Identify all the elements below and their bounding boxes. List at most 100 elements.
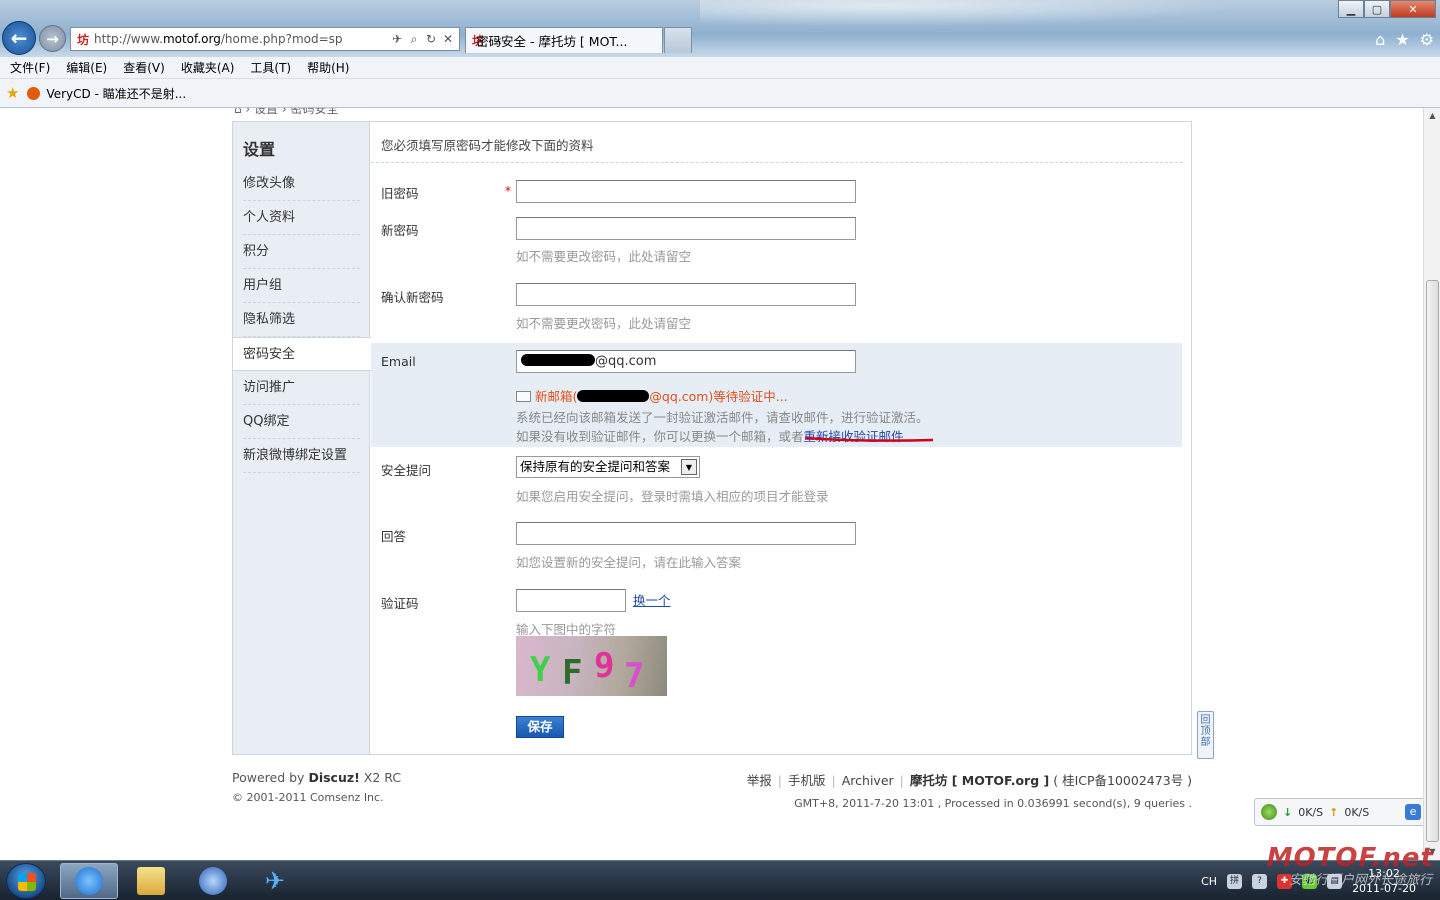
back-button[interactable]: ← (2, 21, 36, 55)
red-underline-annotation (804, 436, 934, 442)
address-url[interactable]: http://www.motof.org/home.php?mod=sp (94, 32, 386, 46)
mail-envelope-icon (516, 391, 531, 402)
captcha-char: 9 (594, 646, 615, 686)
menu-help[interactable]: 帮助(H) (307, 59, 349, 76)
footer-powered: Powered by Discuz! X2 RC © 2001-2011 Com… (232, 770, 402, 804)
forward-button[interactable]: → (39, 25, 66, 52)
favorites-star-icon[interactable]: ★ (1395, 30, 1409, 49)
taskbar-app-bird[interactable]: ✈ (246, 863, 304, 899)
tab-title: 密码安全 - 摩托坊 [ MOT... (476, 34, 628, 49)
menu-file[interactable]: 文件(F) (10, 59, 50, 76)
security-question-select[interactable]: 保持原有的安全提问和答案 ▼ (516, 456, 700, 478)
security-question-label: 安全提问 (381, 463, 432, 478)
language-indicator[interactable]: CH (1201, 875, 1217, 888)
email-input[interactable]: @qq.com (516, 350, 856, 373)
back-to-top-button[interactable]: 回顶部 (1197, 711, 1214, 759)
taskbar-explorer[interactable] (122, 863, 180, 899)
confirm-password-hint: 如不需要更改密码，此处请留空 (516, 316, 692, 331)
ime-icon[interactable]: 拼 (1227, 873, 1243, 889)
titlebar-background (700, 0, 1300, 30)
ie-icon (75, 867, 103, 895)
tab-active[interactable]: 坊 密码安全 - 摩托坊 [ MOT... × (465, 27, 663, 53)
captcha-label: 验证码 (381, 596, 419, 611)
sidebar-item-credits[interactable]: 积分 (243, 235, 360, 269)
refresh-icon[interactable]: ↻ (424, 32, 438, 47)
sidebar-item-promotion[interactable]: 访问推广 (243, 371, 360, 405)
old-password-input[interactable] (516, 180, 856, 203)
menu-tools[interactable]: 工具(T) (250, 59, 291, 76)
footer-copyright: © 2001-2011 Comsenz Inc. (232, 791, 384, 804)
sidebar-item-password-security[interactable]: 密码安全 (233, 337, 371, 371)
vertical-scrollbar[interactable]: ▲ ▼ (1423, 108, 1440, 860)
favorites-item-verycd[interactable]: VeryCD - 瞄准还不是射... (46, 85, 186, 102)
scroll-up-icon[interactable]: ▲ (1424, 108, 1440, 124)
email-pending-status: 新邮箱(@qq.com)等待验证中... (516, 386, 788, 405)
sidebar-item-avatar[interactable]: 修改头像 (243, 167, 360, 201)
address-bar[interactable]: 坊 http://www.motof.org/home.php?mod=sp ✈… (70, 27, 460, 51)
new-password-input[interactable] (516, 217, 856, 240)
save-button[interactable]: 保存 (516, 716, 564, 738)
home-icon[interactable]: ⌂ (1375, 30, 1385, 49)
upload-arrow-icon: ↑ (1329, 805, 1339, 819)
sidebar-item-profile[interactable]: 个人资料 (243, 201, 360, 235)
favorites-add-icon[interactable]: ★ (6, 84, 19, 102)
sidebar-item-weibo-bind[interactable]: 新浪微博绑定设置 (243, 439, 360, 473)
sidebar-item-usergroup[interactable]: 用户组 (243, 269, 360, 303)
media-player-icon (199, 867, 227, 895)
footer-link-mobile[interactable]: 手机版 (788, 773, 826, 788)
scrollbar-thumb[interactable] (1426, 280, 1439, 842)
discuz-link[interactable]: Discuz! (308, 770, 359, 785)
answer-input[interactable] (516, 522, 856, 545)
email-label: Email (381, 354, 416, 369)
close-window-button[interactable]: ✕ (1390, 0, 1436, 18)
sidebar-item-qq-bind[interactable]: QQ绑定 (243, 405, 360, 439)
confirm-password-label: 确认新密码 (381, 290, 444, 305)
footer-link-archiver[interactable]: Archiver (842, 773, 894, 788)
footer-site-name[interactable]: 摩托坊 [ MOTOF.org ] (910, 773, 1049, 788)
confirm-password-input[interactable] (516, 283, 856, 306)
captcha-input[interactable] (516, 589, 626, 612)
folder-icon (137, 867, 165, 895)
settings-panel: 设置 修改头像 个人资料 积分 用户组 隐私筛选 密码安全 访问推广 QQ绑定 … (232, 121, 1192, 755)
favorites-bar: ★ VeryCD - 瞄准还不是射... (0, 79, 1440, 108)
settings-sidebar: 设置 修改头像 个人资料 积分 用户组 隐私筛选 密码安全 访问推广 QQ绑定 … (233, 122, 371, 754)
page-viewport: ⌂ › 设置 › 密码安全 设置 修改头像 个人资料 积分 用户组 隐私筛选 密… (0, 108, 1423, 860)
email-sent-notice: 系统已经向该邮箱发送了一封验证激活邮件，请查收邮件，进行验证激活。 (516, 410, 929, 425)
start-button[interactable] (6, 863, 46, 899)
security-question-hint: 如果您启用安全提问，登录时需填入相应的项目才能登录 (516, 489, 829, 504)
footer-icp[interactable]: ( 桂ICP备10002473号 ) (1053, 773, 1192, 788)
search-icon[interactable]: ⌕ (407, 32, 421, 47)
captcha-char: Y (530, 650, 551, 690)
help-icon[interactable]: ? (1252, 873, 1268, 889)
taskbar: ✈ CH 拼 ? ✚ ◐ ▤ 13:02 2011-07-20 (0, 860, 1440, 900)
taskbar-ie[interactable] (60, 863, 118, 899)
bird-icon: ✈ (264, 867, 286, 895)
form-notice: 您必须填写原密码才能修改下面的资料 (381, 138, 594, 153)
site-favicon-icon: 坊 (77, 32, 90, 47)
footer-link-report[interactable]: 举报 (747, 773, 772, 788)
ie-icon: e (1405, 804, 1421, 820)
new-password-hint: 如不需要更改密码，此处请留空 (516, 249, 692, 264)
windows-logo-icon (18, 873, 36, 891)
window-controls: ▁ ▢ ✕ (1338, 0, 1436, 18)
menu-view[interactable]: 查看(V) (123, 59, 165, 76)
taskbar-media-player[interactable] (184, 863, 242, 899)
network-speed-widget[interactable]: ↓ 0K/S ↑ 0K/S e (1254, 798, 1423, 826)
menu-edit[interactable]: 编辑(E) (66, 59, 107, 76)
new-password-label: 新密码 (381, 223, 419, 238)
captcha-refresh-link[interactable]: 换一个 (633, 590, 671, 609)
sidebar-item-privacy[interactable]: 隐私筛选 (243, 303, 360, 337)
compatibility-icon[interactable]: ✈ (390, 32, 404, 47)
speed-status-icon (1261, 804, 1277, 820)
new-tab-button[interactable] (664, 27, 692, 53)
menu-favorites[interactable]: 收藏夹(A) (181, 59, 235, 76)
breadcrumb: ⌂ › 设置 › 密码安全 (234, 108, 339, 116)
maximize-button[interactable]: ▢ (1364, 0, 1390, 18)
browser-titlebar: ← → 坊 http://www.motof.org/home.php?mod=… (0, 0, 1440, 57)
minimize-button[interactable]: ▁ (1338, 0, 1364, 18)
stop-icon[interactable]: ✕ (441, 32, 455, 47)
watermark-slogan: 安驰行门户网外长途旅行 (1288, 873, 1432, 888)
settings-gear-icon[interactable]: ⚙ (1420, 30, 1434, 49)
answer-label: 回答 (381, 529, 407, 544)
captcha-image[interactable]: Y F 9 7 (516, 636, 667, 696)
